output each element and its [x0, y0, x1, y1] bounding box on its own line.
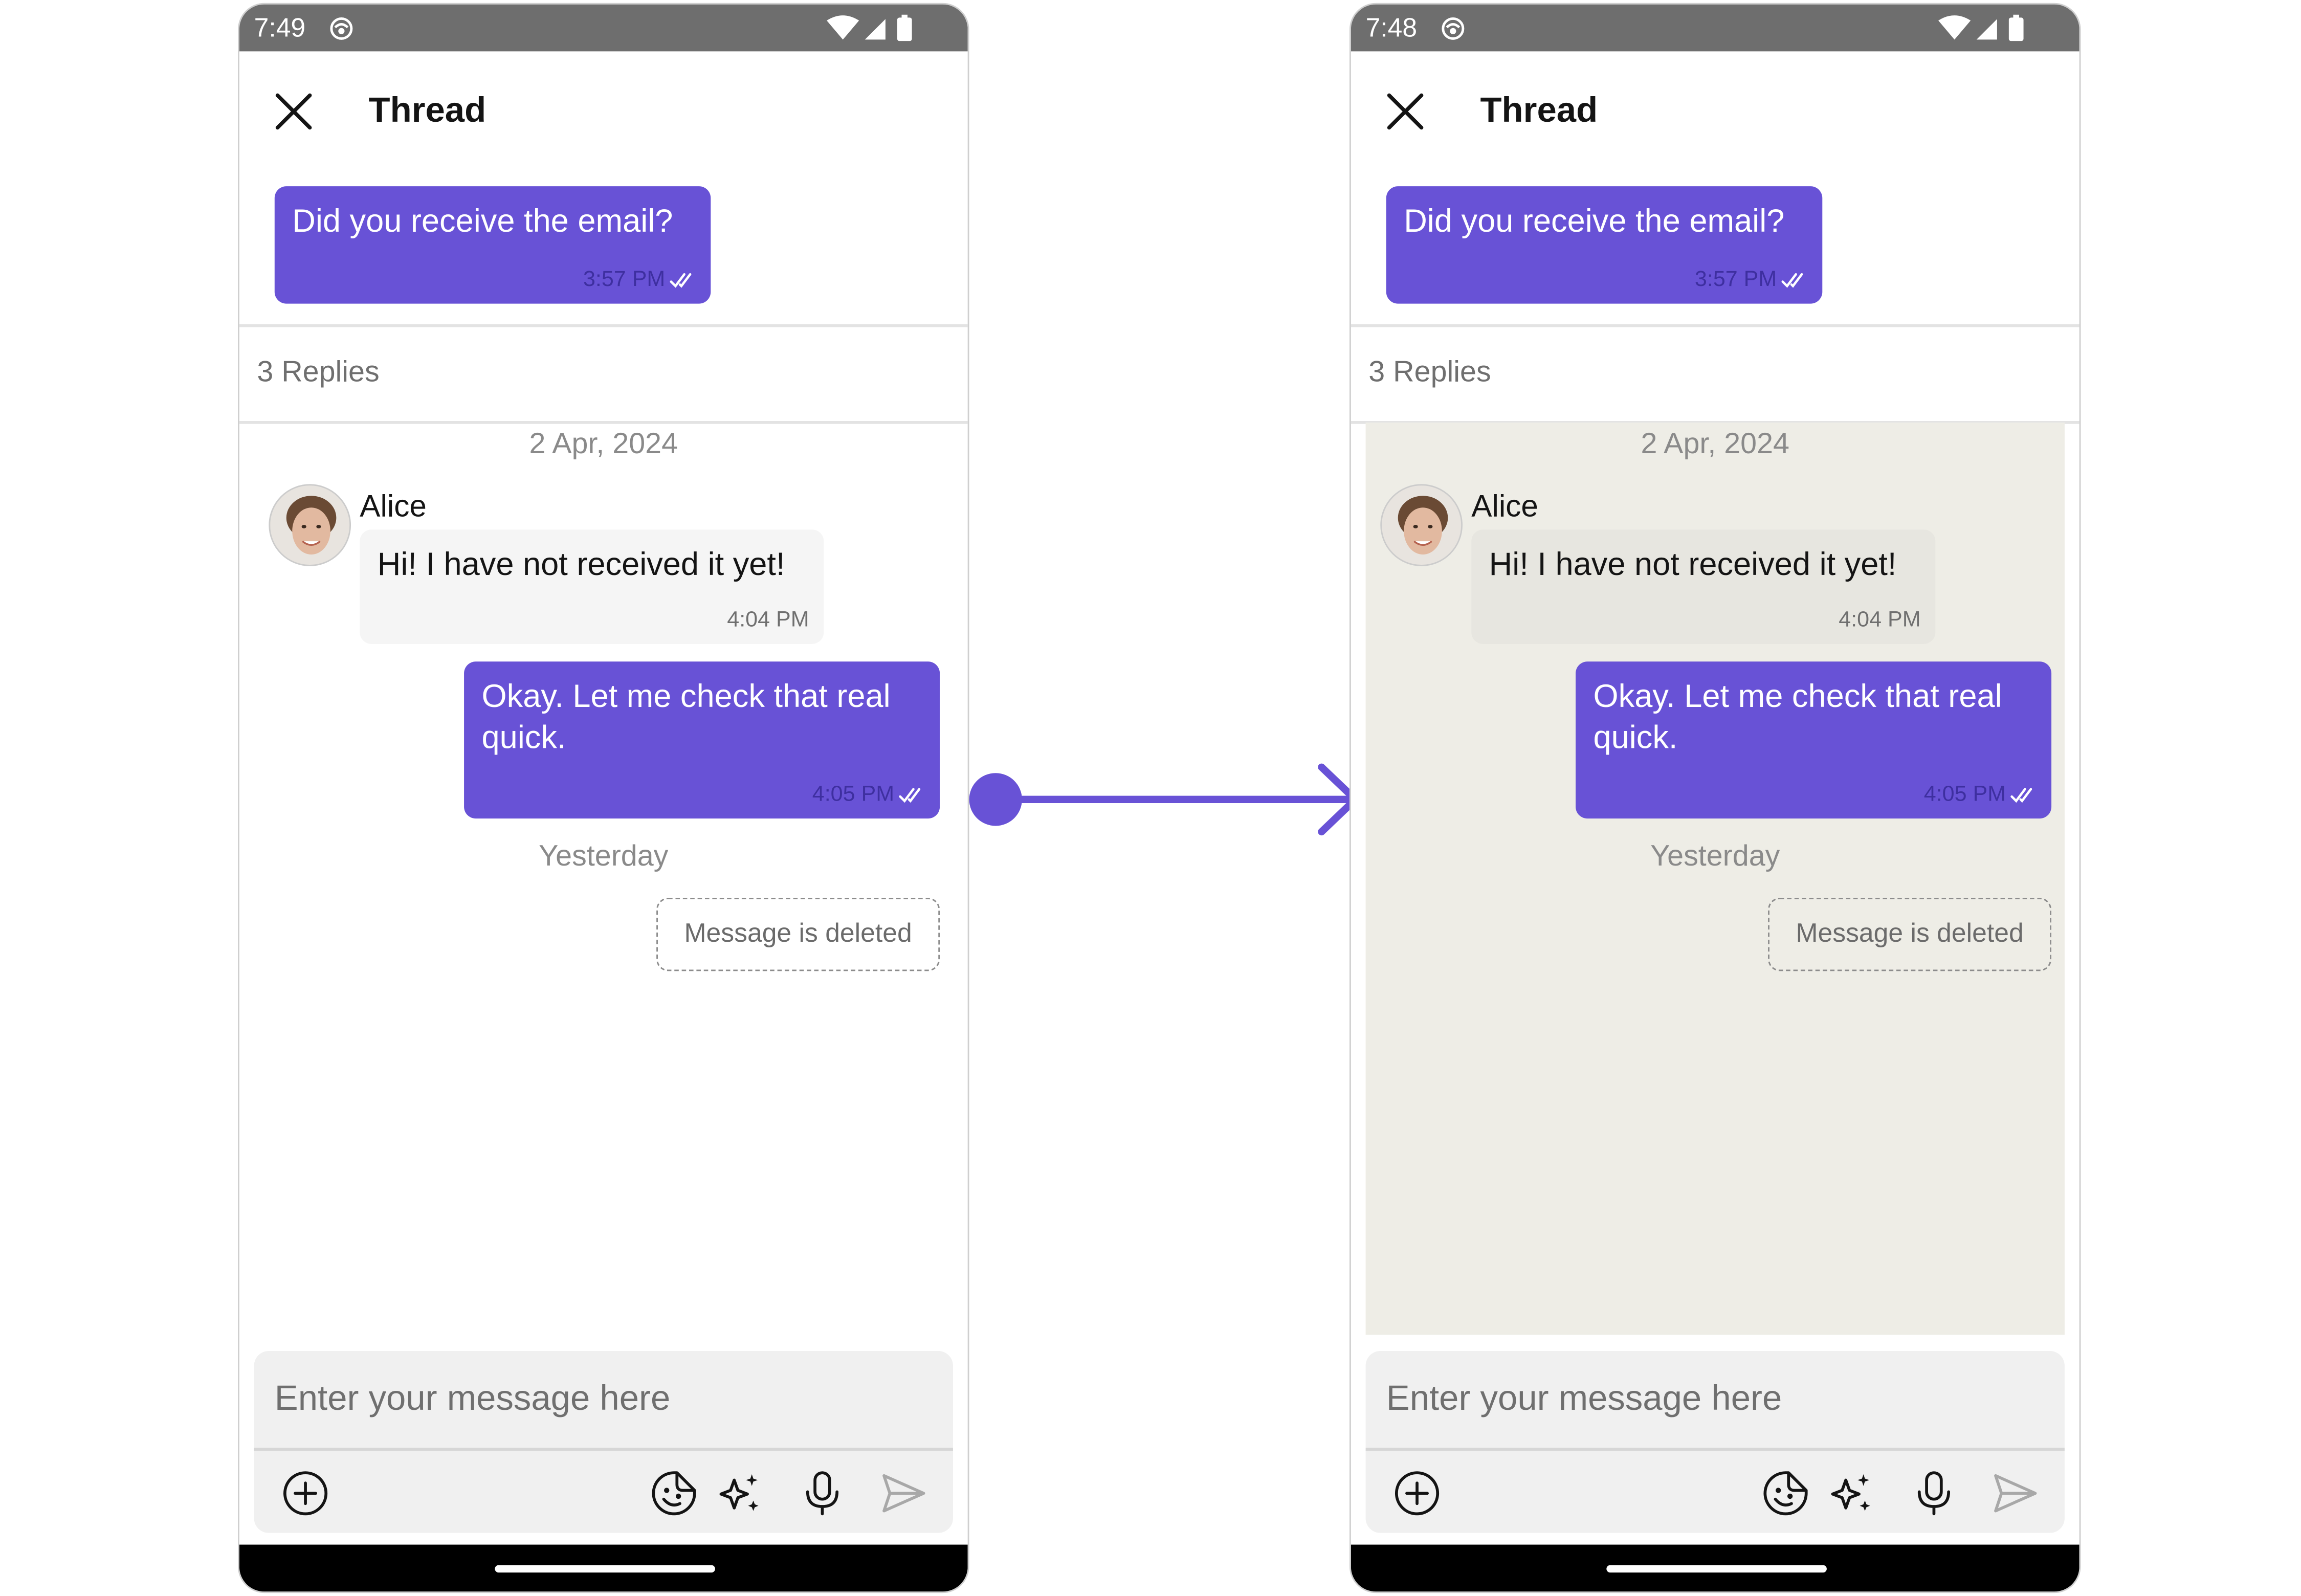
close-icon[interactable] [1383, 90, 1427, 134]
outgoing-message-time: 4:05 PM [812, 782, 895, 807]
status-bar: 7:48 [1351, 4, 2079, 52]
deleted-message[interactable]: Message is deleted [1768, 897, 2052, 971]
date-separator: Yesterday [1650, 840, 1780, 873]
message-input[interactable] [1365, 1351, 2065, 1448]
thread-header: Thread [1351, 51, 2079, 174]
signal-icon [1976, 19, 1997, 40]
thread-header: Thread [239, 51, 968, 174]
avatar[interactable] [269, 484, 351, 566]
wifi-icon [1938, 15, 1971, 40]
divider [239, 324, 968, 327]
incoming-message-meta: 4:04 PM [727, 607, 809, 632]
close-icon[interactable] [272, 90, 316, 134]
comparison-stage: 7:49 Thread Did you receive the email? 3… [0, 0, 2301, 1596]
incoming-message-time: 4:04 PM [727, 607, 809, 632]
incoming-message-text: Hi! I have not received it yet! [1489, 545, 1897, 583]
deleted-message[interactable]: Message is deleted [656, 897, 940, 971]
read-double-tick-icon [1781, 272, 1803, 287]
parent-message-time: 3:57 PM [583, 267, 666, 292]
signal-icon [865, 19, 886, 40]
outgoing-message-bubble[interactable]: Okay. Let me check that real quick. 4:05… [1576, 661, 2052, 819]
parent-message-text: Did you receive the email? [292, 202, 673, 239]
outgoing-message-text: Okay. Let me check that real quick. [481, 677, 891, 756]
parent-message-meta: 3:57 PM [1695, 267, 1808, 292]
read-double-tick-icon [899, 787, 921, 802]
message-composer [254, 1351, 953, 1533]
wifi-icon [827, 15, 859, 40]
sender-name: Alice [360, 490, 427, 524]
ai-sparkle-icon[interactable] [1827, 1468, 1877, 1518]
status-icons [827, 14, 912, 41]
replies-count: 3 Replies [1368, 356, 1491, 389]
battery-icon [2008, 17, 2024, 41]
sticker-icon[interactable] [649, 1468, 699, 1518]
message-composer [1365, 1351, 2065, 1533]
read-double-tick-icon [670, 272, 692, 287]
parent-message-bubble[interactable]: Did you receive the email? 3:57 PM [1386, 186, 1823, 304]
date-separator: 2 Apr, 2024 [529, 428, 678, 461]
home-indicator[interactable] [495, 1565, 715, 1573]
send-icon[interactable] [1990, 1468, 2040, 1518]
parent-message-meta: 3:57 PM [583, 267, 696, 292]
parent-message-bubble[interactable]: Did you receive the email? 3:57 PM [274, 186, 711, 304]
status-time: 7:49 [254, 13, 306, 43]
send-icon[interactable] [878, 1468, 928, 1518]
status-bar: 7:49 [239, 4, 968, 52]
home-indicator[interactable] [1606, 1565, 1827, 1573]
date-separator: Yesterday [539, 840, 669, 873]
app-notification-icon [1442, 17, 1465, 40]
navigation-bar [1351, 1544, 2079, 1592]
add-icon[interactable] [1392, 1468, 1442, 1518]
microphone-icon[interactable] [798, 1468, 848, 1518]
outgoing-message-meta: 4:05 PM [1924, 782, 2037, 807]
message-input[interactable] [254, 1351, 953, 1448]
sender-name: Alice [1471, 490, 1538, 524]
outgoing-message-text: Okay. Let me check that real quick. [1593, 677, 2002, 756]
add-icon[interactable] [280, 1468, 330, 1518]
sticker-icon[interactable] [1761, 1468, 1811, 1518]
outgoing-message-bubble[interactable]: Okay. Let me check that real quick. 4:05… [464, 661, 940, 819]
app-notification-icon [330, 17, 353, 40]
read-double-tick-icon [2010, 787, 2032, 802]
incoming-message-time: 4:04 PM [1839, 607, 1921, 632]
header-title: Thread [368, 91, 486, 131]
header-title: Thread [1480, 91, 1598, 131]
composer-divider [1365, 1448, 2065, 1450]
incoming-message-bubble[interactable]: Hi! I have not received it yet! 4:04 PM [360, 529, 824, 644]
incoming-message-bubble[interactable]: Hi! I have not received it yet! 4:04 PM [1471, 529, 1936, 644]
outgoing-message-time: 4:05 PM [1923, 782, 2006, 807]
incoming-message-meta: 4:04 PM [1839, 607, 1920, 632]
replies-count: 3 Replies [257, 356, 380, 389]
message-list[interactable]: 2 Apr, 2024 Alice Hi! I have not receive… [1365, 422, 2065, 1335]
status-icons [1938, 14, 2024, 41]
phone-screen-default: 7:49 Thread Did you receive the email? 3… [238, 3, 969, 1593]
message-list[interactable]: 2 Apr, 2024 Alice Hi! I have not receive… [239, 423, 968, 1335]
avatar-photo [270, 485, 350, 565]
navigation-bar [239, 1544, 968, 1592]
avatar[interactable] [1380, 484, 1463, 566]
date-separator: 2 Apr, 2024 [1641, 428, 1789, 461]
parent-message-text: Did you receive the email? [1404, 202, 1785, 239]
status-time: 7:48 [1365, 13, 1418, 43]
outgoing-message-meta: 4:05 PM [812, 782, 925, 807]
avatar-photo [1382, 485, 1462, 565]
ai-sparkle-icon[interactable] [715, 1468, 765, 1518]
phone-screen-custom-background: 7:48 Thread Did you receive the email? 3… [1349, 3, 2081, 1593]
composer-divider [254, 1448, 953, 1450]
divider [1351, 324, 2079, 327]
parent-message-time: 3:57 PM [1694, 267, 1777, 292]
right-arrow-icon [969, 763, 1359, 836]
incoming-message-text: Hi! I have not received it yet! [377, 545, 785, 583]
battery-icon [897, 17, 912, 41]
microphone-icon[interactable] [1909, 1468, 1959, 1518]
